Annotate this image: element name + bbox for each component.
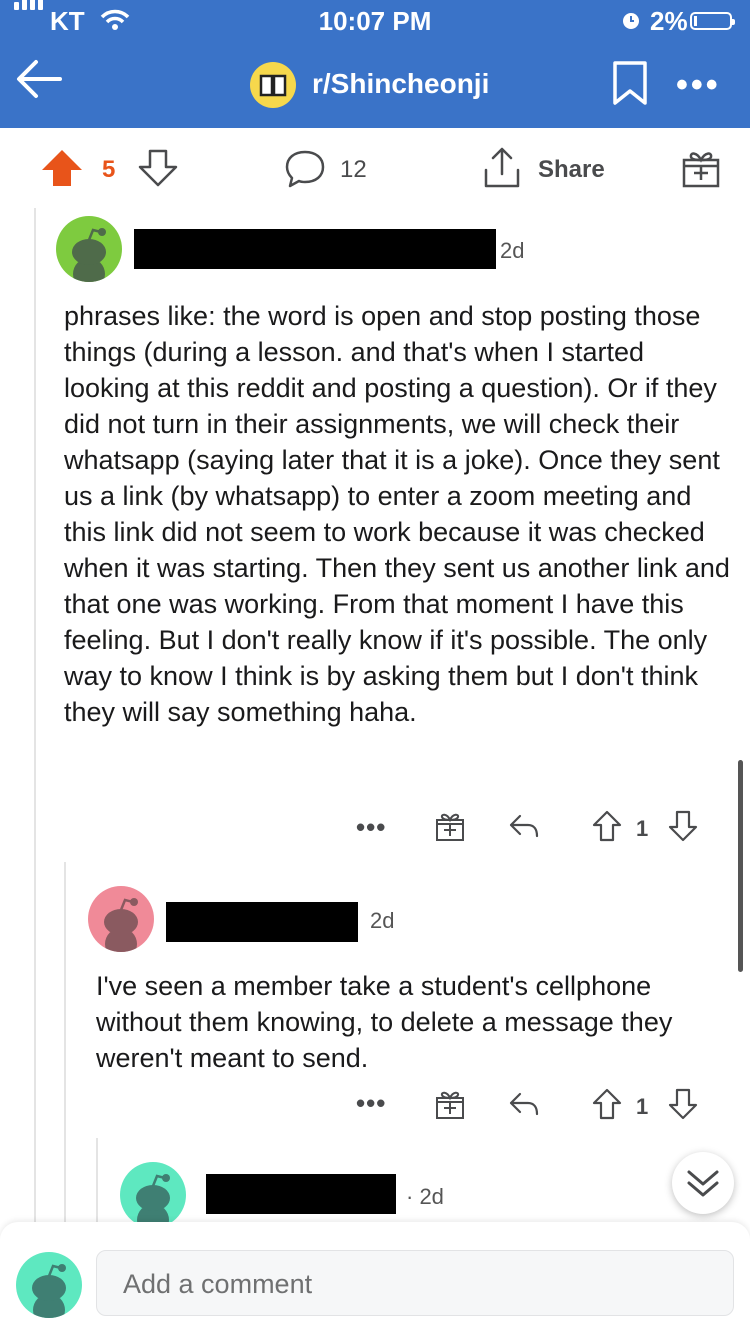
app-header: KT 10:07 PM 2% r/Shincheonji ••• [0,0,750,128]
battery-percent: 2% [650,6,688,36]
comment-age: · 2d [406,1184,444,1209]
downvote-icon[interactable] [138,148,178,188]
battery-icon [690,12,735,30]
comment-score: 1 [636,1094,649,1119]
double-chevron-down-icon [687,1170,719,1197]
comment-score: 1 [636,816,649,841]
comment-body: phrases like: the word is open and stop … [64,301,730,727]
thread-line[interactable] [64,862,66,1222]
thread-line[interactable] [96,1138,98,1222]
share-icon[interactable] [482,146,522,190]
subreddit-title[interactable]: r/Shincheonji [312,68,489,100]
upvote-icon[interactable] [592,810,622,842]
comment-body: I've seen a member take a student's cell… [96,971,673,1073]
snoo-avatar-icon [32,1264,66,1318]
upvote-icon[interactable] [592,1088,622,1120]
comment-age: 2d [500,238,525,263]
award-icon[interactable] [680,148,722,190]
reply-icon[interactable] [508,1090,540,1118]
comment-icon[interactable] [284,148,326,190]
snoo-avatar-icon [136,1174,170,1228]
scrollbar[interactable] [738,760,743,972]
bookmark-icon[interactable] [612,60,648,106]
reply-icon[interactable] [508,812,540,840]
avatar[interactable] [88,886,154,952]
upvote-icon[interactable] [40,148,84,188]
book-icon [259,74,287,97]
thread-line[interactable] [34,208,36,1222]
vote-count: 5 [102,156,116,183]
snoo-avatar-icon [104,898,138,952]
downvote-icon[interactable] [668,1088,698,1120]
alarm-icon [623,13,639,29]
avatar[interactable] [56,216,122,282]
back-arrow-icon[interactable] [14,56,64,102]
avatar[interactable] [120,1162,186,1228]
more-options-icon[interactable]: ••• [356,1088,386,1119]
add-comment-input[interactable]: Add a comment [96,1250,734,1316]
award-icon[interactable] [434,810,466,842]
subreddit-icon[interactable] [250,62,296,108]
snoo-avatar-icon [72,228,106,282]
more-options-icon[interactable]: ••• [676,66,721,105]
collapse-thread-button[interactable] [672,1152,734,1214]
redacted-username [206,1174,396,1214]
redacted-username [134,229,496,269]
award-icon[interactable] [434,1088,466,1120]
comment-age: 2d [370,908,395,933]
more-options-icon[interactable]: ••• [356,812,386,843]
comment-count[interactable]: 12 [340,156,367,184]
redacted-username [166,902,358,942]
status-bar: KT 10:07 PM 2% [0,0,750,40]
downvote-icon[interactable] [668,810,698,842]
share-button[interactable]: Share [538,156,605,184]
user-avatar[interactable] [16,1252,82,1318]
